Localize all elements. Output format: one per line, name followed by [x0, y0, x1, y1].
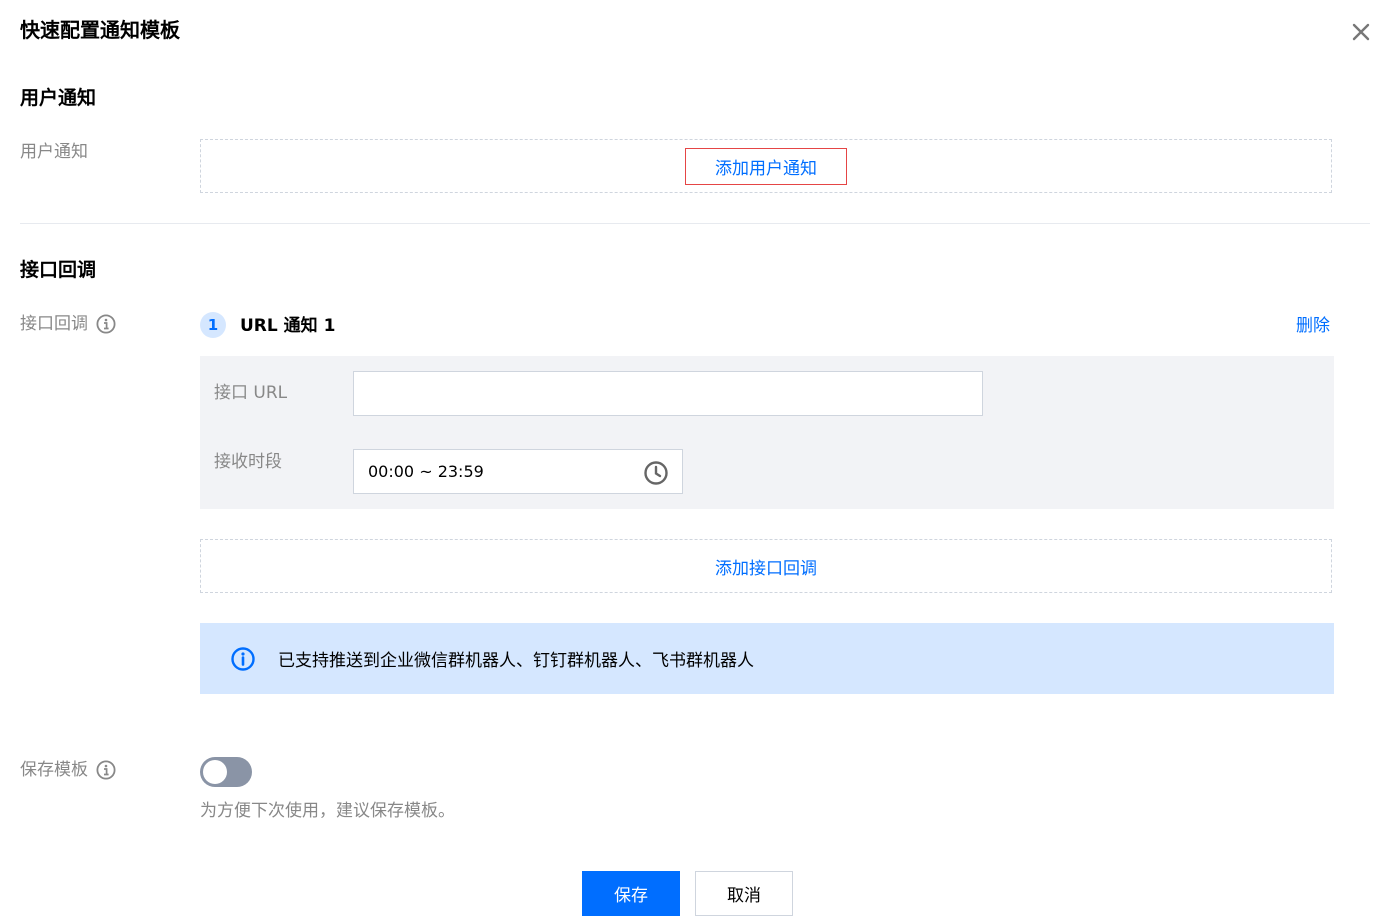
time-range-picker[interactable]: 00:00 ~ 23:59: [353, 449, 683, 494]
add-callback-label: 添加接口回调: [715, 558, 817, 579]
step-title: URL 通知 1: [240, 316, 336, 336]
time-range-value: 00:00 ~ 23:59: [368, 462, 484, 481]
user-notify-label: 用户通知: [20, 140, 88, 164]
callback-section-title: 接口回调: [20, 259, 97, 281]
user-notify-label-text: 用户通知: [20, 142, 88, 162]
close-icon[interactable]: [1348, 19, 1374, 45]
url-field-label: 接口 URL: [214, 383, 288, 403]
info-banner: 已支持推送到企业微信群机器人、钉钉群机器人、飞书群机器人: [200, 623, 1334, 694]
delete-link[interactable]: 删除: [1296, 314, 1330, 338]
clock-icon: [644, 461, 668, 485]
time-range-label: 接收时段: [214, 452, 282, 472]
save-template-label: 保存模板: [20, 758, 116, 782]
save-button[interactable]: 保存: [582, 871, 680, 916]
add-user-notify-button[interactable]: 添加用户通知: [685, 147, 847, 185]
save-template-label-text: 保存模板: [20, 760, 88, 780]
info-icon[interactable]: [96, 314, 116, 334]
save-template-hint: 为方便下次使用，建议保存模板。: [200, 801, 455, 821]
info-circle-icon: [231, 646, 255, 671]
user-notify-add-area: 添加用户通知: [200, 139, 1332, 193]
notify-template-dialog: 快速配置通知模板 用户通知 用户通知 添加用户通知 接口回调 接口回调 1 UR…: [0, 0, 1384, 921]
save-template-toggle[interactable]: [200, 757, 252, 787]
section-divider: [20, 223, 1370, 224]
add-callback-button[interactable]: 添加接口回调: [200, 539, 1332, 593]
cancel-button[interactable]: 取消: [695, 871, 793, 916]
info-icon[interactable]: [96, 760, 116, 780]
toggle-knob: [203, 760, 227, 784]
step-number-badge: 1: [200, 312, 226, 338]
add-user-notify-label: 添加用户通知: [715, 158, 817, 179]
url-notify-panel: 接口 URL 接收时段 00:00 ~ 23:59: [200, 356, 1334, 509]
url-input[interactable]: [353, 371, 983, 416]
user-notify-section-title: 用户通知: [20, 87, 97, 109]
dialog-title: 快速配置通知模板: [20, 18, 180, 42]
info-banner-text: 已支持推送到企业微信群机器人、钉钉群机器人、飞书群机器人: [278, 651, 754, 671]
callback-label-text: 接口回调: [20, 314, 88, 334]
callback-label: 接口回调: [20, 312, 116, 336]
